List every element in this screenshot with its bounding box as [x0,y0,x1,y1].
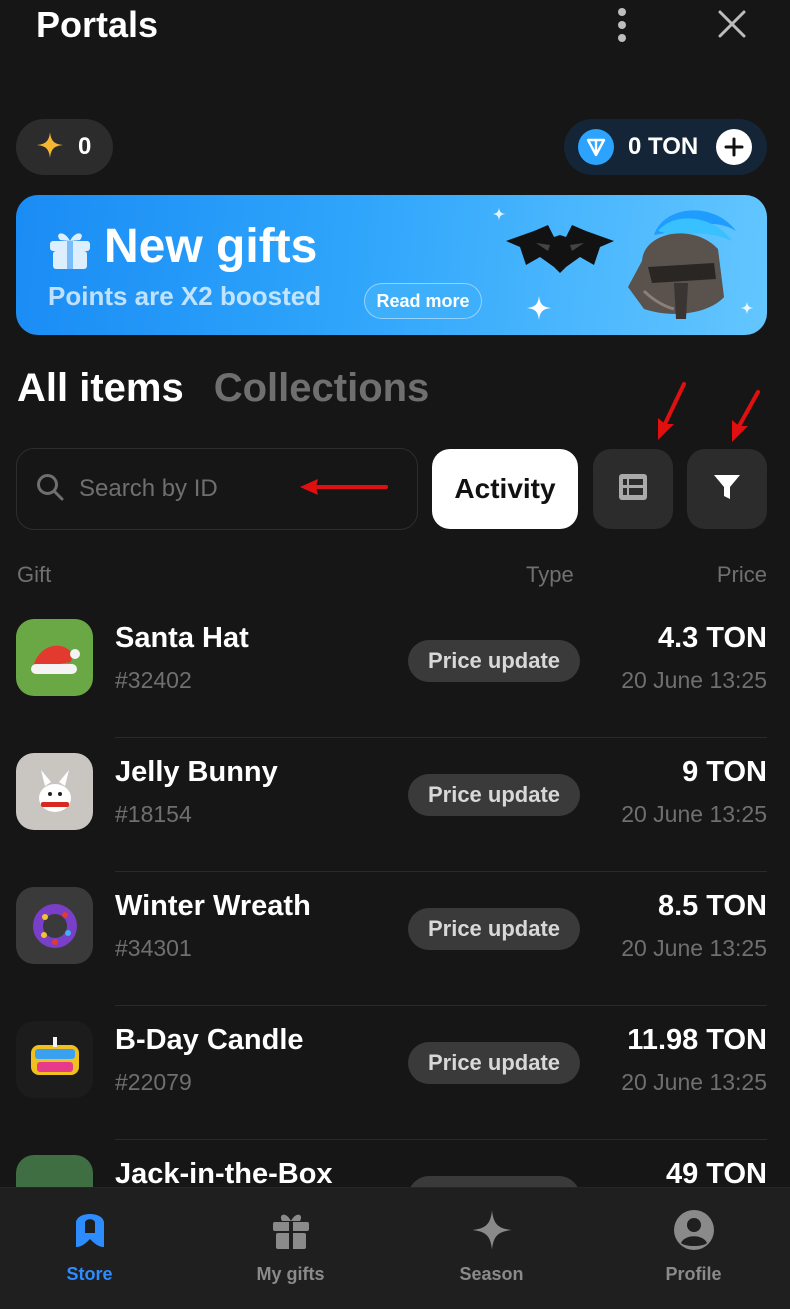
column-header-type: Type [526,562,574,587]
price-value: 8.5 TON [657,890,767,922]
nav-item-season[interactable]: Season [393,1188,590,1309]
table-row[interactable]: Santa Hat #32402 Price update 4.3 TON 20… [0,604,790,738]
price-value: 4.3 TON [657,622,767,654]
banner-gift-icon [50,233,90,269]
nav-item-profile[interactable]: Profile [595,1188,790,1309]
gift-name: Santa Hat [115,622,249,654]
type-badge: Price update [408,640,580,682]
timestamp: 20 June 13:25 [621,1069,767,1095]
nav-label: My gifts [256,1264,325,1284]
store-icon [68,1208,112,1252]
tab-all-items[interactable]: All items [17,366,184,411]
bottom-nav: Store My gifts Season Profile [0,1187,790,1309]
helmet-illustration [628,210,736,319]
nav-label: Profile [665,1264,722,1284]
sparkle-icon [740,301,754,315]
price-value: 9 TON [682,756,767,788]
table-row[interactable]: Winter Wreath #34301 Price update 8.5 TO… [0,872,790,1006]
gift-name: Jelly Bunny [115,756,278,788]
sparkle-icon [526,295,552,321]
type-badge: Price update [408,908,580,950]
ton-balance-value: 0 TON [628,133,699,160]
activity-button[interactable]: Activity [432,449,578,529]
view-toggle-button[interactable] [593,449,673,529]
timestamp: 20 June 13:25 [621,667,767,693]
annotation-arrow [300,479,388,495]
type-badge: Price update [408,1042,580,1084]
gift-thumbnail [16,1021,93,1098]
gift-id: #22079 [115,1069,192,1095]
column-header-price: Price [716,562,767,587]
add-funds-button[interactable] [716,129,753,165]
gift-id: #18154 [115,801,192,827]
sparkle-icon [492,207,506,221]
profile-icon [672,1208,716,1252]
search-icon [35,472,65,507]
star-icon [36,131,64,164]
points-value: 0 [78,133,92,160]
gift-name: Winter Wreath [115,890,311,922]
gift-thumbnail [16,619,93,696]
bat-mask-illustration [506,225,614,273]
filter-button[interactable] [687,449,767,529]
tab-collections[interactable]: Collections [214,366,430,411]
ton-icon [578,129,614,165]
banner-title: New gifts [104,220,318,273]
close-icon[interactable] [712,4,752,44]
banner-subtitle: Points are X2 boosted [48,281,322,311]
annotation-arrow [732,390,760,442]
nav-label: Store [66,1264,113,1284]
gift-id: #32402 [115,667,192,693]
table-view-icon [618,473,648,506]
gift-thumbnail [16,887,93,964]
read-more-button[interactable]: Read more [364,283,482,319]
nav-label: Season [459,1264,524,1284]
nav-item-my-gifts[interactable]: My gifts [192,1188,389,1309]
promo-banner[interactable]: New gifts Points are X2 boosted Read mor… [16,195,767,335]
tab-bar: All items Collections [17,366,429,411]
page-title: Portals [36,4,159,45]
sparkle-icon [470,1208,514,1252]
gift-thumbnail [16,753,93,830]
gift-name: B-Day Candle [115,1024,304,1056]
price-value: 11.98 TON [627,1024,767,1056]
type-badge: Price update [408,774,580,816]
gift-icon [269,1208,313,1252]
filter-icon [712,472,742,507]
header: Portals [0,0,790,60]
column-header-gift: Gift [17,562,52,587]
timestamp: 20 June 13:25 [621,935,767,961]
timestamp: 20 June 13:25 [621,801,767,827]
nav-item-store[interactable]: Store [0,1188,188,1309]
gift-id: #34301 [115,935,192,961]
annotation-arrow [658,382,686,440]
more-menu-icon[interactable] [611,6,633,44]
points-balance[interactable]: 0 [16,119,113,175]
table-row[interactable]: Jelly Bunny #18154 Price update 9 TON 20… [0,738,790,872]
ton-balance[interactable]: 0 TON [564,119,767,175]
table-row[interactable]: B-Day Candle #22079 Price update 11.98 T… [0,1006,790,1140]
